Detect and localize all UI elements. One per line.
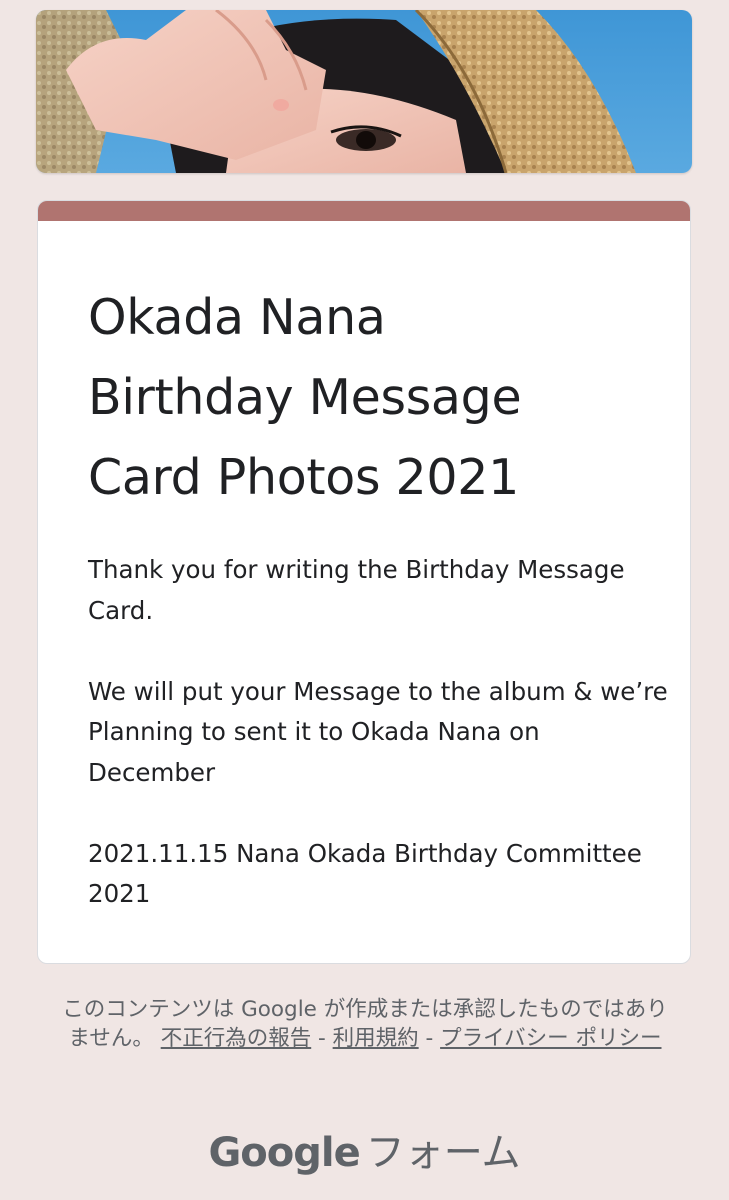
form-title-line: Card Photos 2021: [88, 449, 519, 506]
privacy-policy-link[interactable]: プライバシー ポリシー: [440, 1026, 661, 1051]
footer-disclaimer: このコンテンツは Google が作成または承認したものではありません。 不正行…: [60, 995, 670, 1053]
google-forms-logo[interactable]: Google フォーム: [0, 1123, 729, 1184]
description-paragraph: Thank you for writing the Birthday Messa…: [88, 555, 625, 625]
card-accent-bar: [38, 201, 690, 221]
form-title-line: Birthday Message: [88, 369, 522, 426]
terms-link[interactable]: 利用規約: [333, 1026, 419, 1051]
report-abuse-link[interactable]: 不正行為の報告: [161, 1026, 312, 1051]
forms-wordmark: フォーム: [365, 1131, 521, 1176]
google-wordmark: Google: [208, 1130, 360, 1176]
form-title: Okada Nana Birthday Message Card Photos …: [50, 278, 650, 518]
header-banner-image: [36, 10, 692, 173]
form-description: Thank you for writing the Birthday Messa…: [88, 550, 668, 915]
description-paragraph: 2021.11.15 Nana Okada Birthday Committee…: [88, 838, 642, 909]
form-title-line: Okada Nana: [88, 289, 386, 346]
separator: -: [311, 1026, 333, 1051]
description-paragraph: We will put your Message to the album & …: [88, 676, 668, 787]
separator: -: [418, 1026, 441, 1051]
